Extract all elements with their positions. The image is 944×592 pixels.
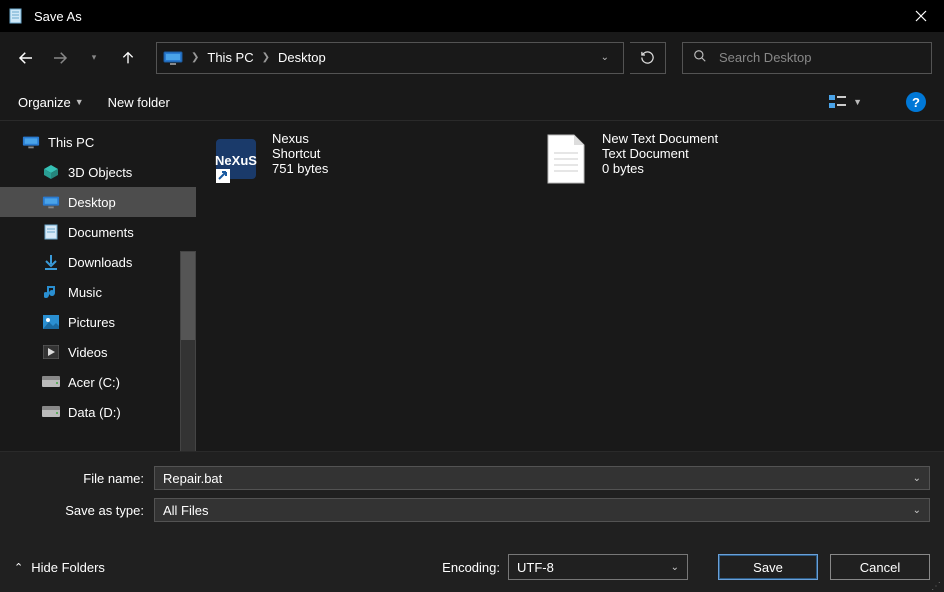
chevron-right-icon[interactable]: ❯ bbox=[189, 52, 201, 63]
save-fields: File name: Repair.bat ⌄ Save as type: Al… bbox=[0, 452, 944, 538]
save-as-dialog: Save As ▾ ❯ This PC ❯ Desktop ⌄ bbox=[0, 0, 944, 592]
view-icon bbox=[829, 94, 847, 110]
this-pc-icon bbox=[163, 51, 183, 65]
chevron-down-icon: ▼ bbox=[75, 97, 84, 107]
downloads-icon bbox=[42, 254, 60, 270]
file-name: Nexus bbox=[272, 131, 328, 146]
cube-icon bbox=[42, 164, 60, 180]
save-as-type-label: Save as type: bbox=[14, 503, 154, 518]
main-area: This PC 3D Objects Desktop Documents Dow… bbox=[0, 120, 944, 452]
recent-dropdown-icon[interactable]: ▾ bbox=[80, 44, 108, 72]
videos-icon bbox=[42, 344, 60, 360]
sidebar-scrollbar[interactable] bbox=[180, 251, 196, 451]
back-button[interactable] bbox=[12, 44, 40, 72]
chevron-down-icon[interactable]: ⌄ bbox=[671, 562, 679, 573]
search-placeholder: Search Desktop bbox=[719, 50, 812, 65]
chevron-down-icon[interactable]: ⌄ bbox=[913, 473, 921, 484]
chevron-right-icon[interactable]: ❯ bbox=[260, 52, 272, 63]
organize-button[interactable]: Organize ▼ bbox=[18, 95, 84, 110]
file-size: 0 bytes bbox=[602, 161, 718, 176]
svg-text:NeXuS: NeXuS bbox=[215, 153, 257, 168]
this-pc-icon bbox=[22, 134, 40, 150]
tree-desktop[interactable]: Desktop bbox=[0, 187, 196, 217]
chevron-up-icon: ⌃ bbox=[14, 561, 23, 574]
file-item-nexus[interactable]: NeXuS Nexus Shortcut 751 bytes bbox=[212, 131, 492, 187]
forward-button[interactable] bbox=[46, 44, 74, 72]
tree-drive-c[interactable]: Acer (C:) bbox=[0, 367, 196, 397]
help-button[interactable]: ? bbox=[906, 92, 926, 112]
tree-pictures[interactable]: Pictures bbox=[0, 307, 196, 337]
address-bar[interactable]: ❯ This PC ❯ Desktop ⌄ bbox=[156, 42, 624, 74]
notepad-icon bbox=[8, 8, 24, 24]
window-title: Save As bbox=[34, 9, 898, 24]
cancel-button[interactable]: Cancel bbox=[830, 554, 930, 580]
refresh-button[interactable] bbox=[630, 42, 666, 74]
tree-drive-d[interactable]: Data (D:) bbox=[0, 397, 196, 427]
file-type: Text Document bbox=[602, 146, 718, 161]
up-button[interactable] bbox=[114, 44, 142, 72]
hide-folders-button[interactable]: ⌃ Hide Folders bbox=[14, 560, 105, 575]
tree-documents[interactable]: Documents bbox=[0, 217, 196, 247]
navigation-bar: ▾ ❯ This PC ❯ Desktop ⌄ Search Desktop bbox=[0, 38, 944, 78]
breadcrumb-current[interactable]: Desktop bbox=[272, 50, 332, 65]
pictures-icon bbox=[42, 314, 60, 330]
file-list[interactable]: NeXuS Nexus Shortcut 751 bytes New Text … bbox=[196, 121, 944, 451]
desktop-icon bbox=[42, 194, 60, 210]
tree-this-pc[interactable]: This PC bbox=[0, 127, 196, 157]
file-name-input[interactable]: Repair.bat ⌄ bbox=[154, 466, 930, 490]
file-item-new-text-document[interactable]: New Text Document Text Document 0 bytes bbox=[542, 131, 822, 187]
documents-icon bbox=[42, 224, 60, 240]
shortcut-icon: NeXuS bbox=[212, 131, 260, 187]
close-button[interactable] bbox=[898, 0, 944, 32]
resize-grip[interactable]: ⋰ bbox=[931, 584, 942, 590]
dialog-footer: ⌃ Hide Folders Encoding: UTF-8 ⌄ Save Ca… bbox=[0, 538, 944, 592]
folder-tree: This PC 3D Objects Desktop Documents Dow… bbox=[0, 121, 196, 427]
file-type: Shortcut bbox=[272, 146, 328, 161]
titlebar: Save As bbox=[0, 0, 944, 32]
address-dropdown-icon[interactable]: ⌄ bbox=[593, 52, 617, 63]
sidebar: This PC 3D Objects Desktop Documents Dow… bbox=[0, 121, 196, 451]
encoding-label: Encoding: bbox=[442, 560, 500, 575]
tree-music[interactable]: Music bbox=[0, 277, 196, 307]
file-name: New Text Document bbox=[602, 131, 718, 146]
file-name-label: File name: bbox=[14, 471, 154, 486]
drive-icon bbox=[42, 404, 60, 420]
new-folder-button[interactable]: New folder bbox=[108, 95, 170, 110]
toolbar: Organize ▼ New folder ▼ ? bbox=[0, 84, 944, 120]
tree-3d-objects[interactable]: 3D Objects bbox=[0, 157, 196, 187]
search-input[interactable]: Search Desktop bbox=[682, 42, 932, 74]
file-size: 751 bytes bbox=[272, 161, 328, 176]
chevron-down-icon[interactable]: ⌄ bbox=[913, 505, 921, 516]
save-as-type-select[interactable]: All Files ⌄ bbox=[154, 498, 930, 522]
breadcrumb-root[interactable]: This PC bbox=[201, 50, 259, 65]
drive-icon bbox=[42, 374, 60, 390]
text-file-icon bbox=[542, 131, 590, 187]
view-options-button[interactable]: ▼ bbox=[829, 94, 862, 110]
tree-downloads[interactable]: Downloads bbox=[0, 247, 196, 277]
encoding-select[interactable]: UTF-8 ⌄ bbox=[508, 554, 688, 580]
search-icon bbox=[693, 49, 707, 66]
chevron-down-icon: ▼ bbox=[853, 97, 862, 107]
tree-videos[interactable]: Videos bbox=[0, 337, 196, 367]
save-button[interactable]: Save bbox=[718, 554, 818, 580]
music-icon bbox=[42, 284, 60, 300]
